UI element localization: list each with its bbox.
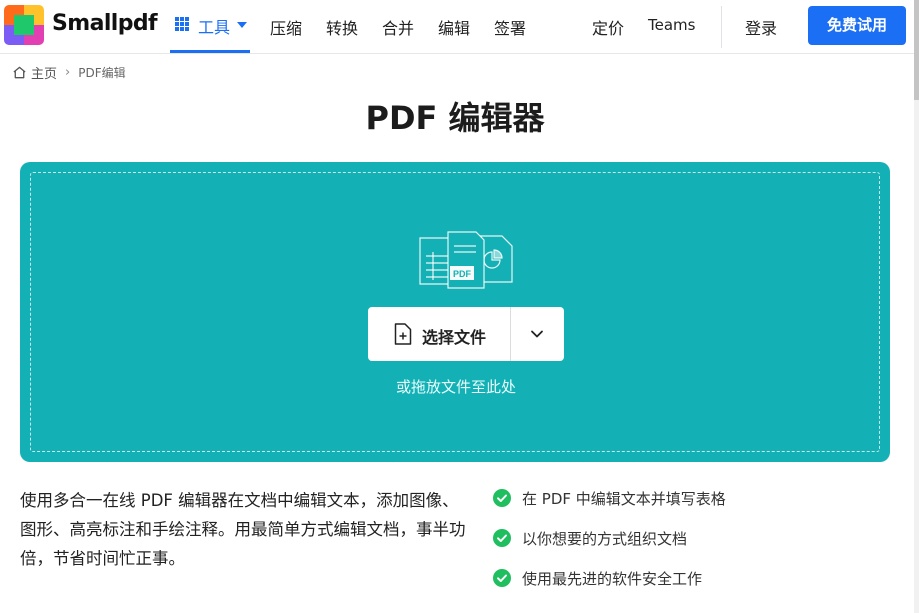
chevron-down-icon xyxy=(531,330,543,338)
login-link[interactable]: 登录 xyxy=(745,15,777,39)
select-file-button[interactable]: 选择文件 xyxy=(368,307,510,361)
feature-label: 在 PDF 中编辑文本并填写表格 xyxy=(522,490,726,508)
breadcrumb: 主页 › PDF编辑 xyxy=(12,63,126,82)
feature-item: 使用最先进的软件安全工作 xyxy=(493,566,793,590)
nav-sign[interactable]: 签署 xyxy=(494,15,526,39)
nav-compress[interactable]: 压缩 xyxy=(270,15,302,39)
smallpdf-logo-icon[interactable] xyxy=(4,5,44,45)
nav-tools-menu[interactable]: 工具 xyxy=(170,0,250,53)
nav-edit[interactable]: 编辑 xyxy=(438,15,470,39)
nav-pricing[interactable]: 定价 xyxy=(592,15,624,39)
file-drop-zone[interactable]: PDF 选择文件 或拖放文件至此处 xyxy=(20,162,890,462)
home-icon xyxy=(13,66,26,78)
select-file-control[interactable]: 选择文件 xyxy=(368,307,564,361)
feature-item: 在 PDF 中编辑文本并填写表格 xyxy=(493,486,793,510)
nav-convert[interactable]: 转换 xyxy=(326,15,358,39)
page-title: PDF 编辑器 xyxy=(365,99,545,137)
drop-zone-border: PDF 选择文件 或拖放文件至此处 xyxy=(30,172,880,452)
feature-item: 以你想要的方式组织文档 xyxy=(493,526,793,550)
select-source-dropdown[interactable] xyxy=(511,307,564,361)
brand-name[interactable]: Smallpdf xyxy=(52,11,158,36)
breadcrumb-current: PDF编辑 xyxy=(78,65,126,80)
scrollbar-thumb[interactable] xyxy=(914,0,919,100)
check-circle-icon xyxy=(493,529,511,547)
grid-icon xyxy=(175,17,189,31)
drop-hint: 或拖放文件至此处 xyxy=(395,378,516,396)
file-plus-icon xyxy=(394,323,412,345)
check-circle-icon xyxy=(493,569,511,587)
feature-label: 使用最先进的软件安全工作 xyxy=(522,570,703,588)
header-divider xyxy=(721,6,722,48)
free-trial-button[interactable]: 免费试用 xyxy=(808,6,906,45)
check-circle-icon xyxy=(493,489,511,507)
feature-label: 以你想要的方式组织文档 xyxy=(522,530,688,548)
select-file-label: 选择文件 xyxy=(422,328,487,347)
pdf-badge: PDF xyxy=(453,269,472,279)
breadcrumb-separator: › xyxy=(65,64,71,80)
breadcrumb-home[interactable]: 主页 xyxy=(31,63,57,82)
nav-merge[interactable]: 合并 xyxy=(382,15,414,39)
nav-tools-label: 工具 xyxy=(198,18,231,37)
nav-teams[interactable]: Teams xyxy=(648,16,695,34)
caret-down-icon xyxy=(237,22,247,28)
files-illustration-icon: PDF xyxy=(419,231,513,289)
tool-description: 使用多合一在线 PDF 编辑器在文档中编辑文本，添加图像、图形、高亮标注和手绘注… xyxy=(20,491,466,568)
top-header: Smallpdf 工具 压缩 转换 合并 编辑 签署 定价 Teams 登录 免… xyxy=(0,0,914,54)
